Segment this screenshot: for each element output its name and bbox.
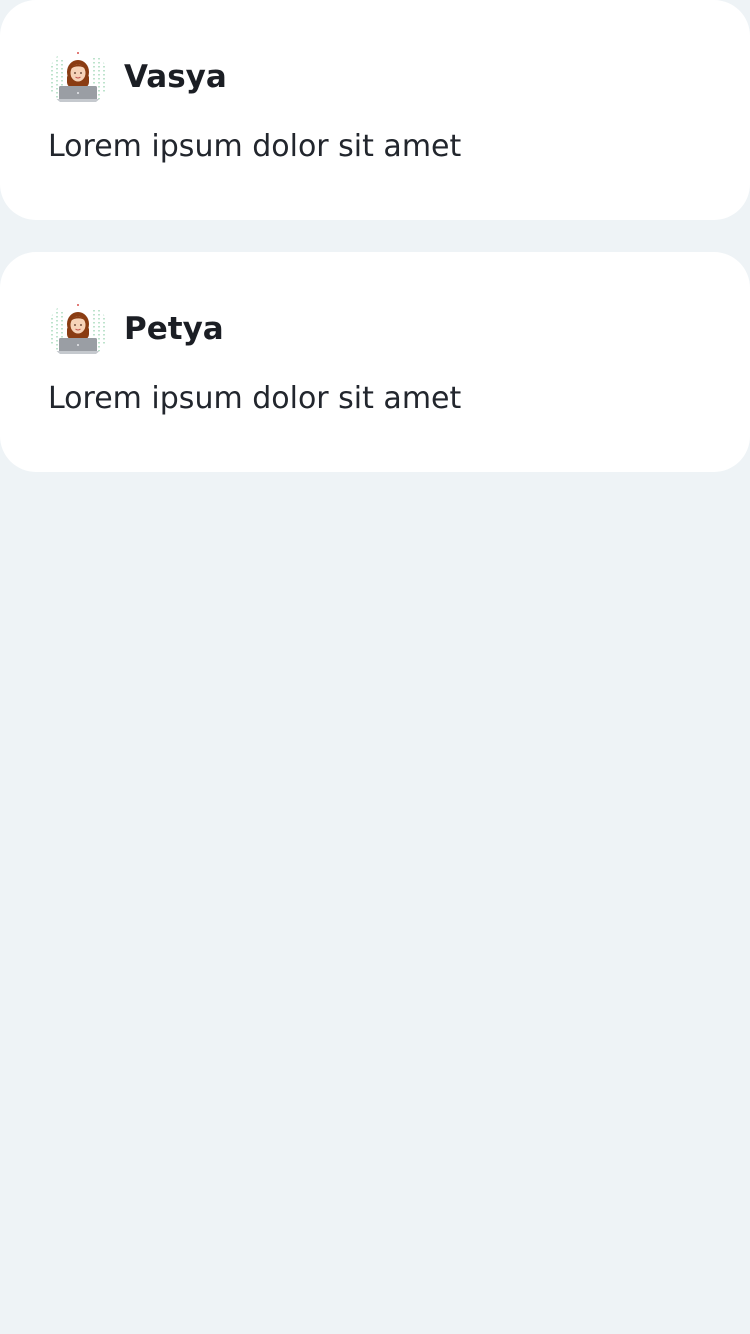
- post-card[interactable]: Petya Lorem ipsum dolor sit amet: [0, 252, 750, 472]
- post-author-name[interactable]: Vasya: [124, 56, 227, 98]
- post-text: Lorem ipsum dolor sit amet: [48, 129, 462, 164]
- woman-with-laptop-avatar-icon: [51, 304, 105, 356]
- post-feed: Vasya Lorem ipsum dolor sit amet Petya L…: [0, 0, 750, 472]
- avatar[interactable]: [48, 300, 108, 360]
- post-text: Lorem ipsum dolor sit amet: [48, 381, 462, 416]
- post-author-name[interactable]: Petya: [124, 308, 224, 350]
- avatar[interactable]: [48, 48, 108, 108]
- woman-with-laptop-avatar-icon: [51, 52, 105, 104]
- post-card[interactable]: Vasya Lorem ipsum dolor sit amet: [0, 0, 750, 220]
